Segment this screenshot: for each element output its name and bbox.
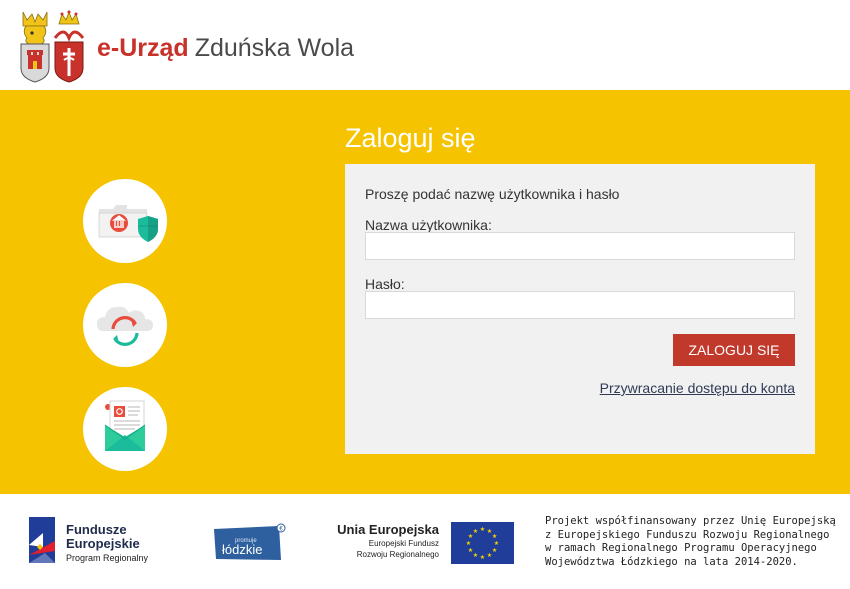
login-panel: Proszę podać nazwę użytkownika i hasło N… xyxy=(345,164,815,454)
svg-text:★: ★ xyxy=(466,540,471,547)
svg-text:★: ★ xyxy=(480,554,485,561)
svg-text:★: ★ xyxy=(492,547,497,554)
svg-text:★: ★ xyxy=(487,552,492,559)
project-line: Projekt współfinansowany przez Unię Euro… xyxy=(545,515,836,527)
footer: Fundusze Europejskie Program Regionalny … xyxy=(0,494,850,589)
eu-flag-icon: ★ ★ ★ ★ ★ ★ ★ ★ ★ ★ ★ ★ xyxy=(451,522,514,564)
secure-folder-icon xyxy=(83,179,167,263)
project-funding-note: Projekt współfinansowany przez Unię Euro… xyxy=(545,515,845,569)
username-input[interactable] xyxy=(365,232,795,260)
password-input[interactable] xyxy=(365,291,795,319)
svg-text:★: ★ xyxy=(468,547,473,554)
svg-text:★: ★ xyxy=(480,526,485,533)
ue-line1: Europejski Fundusz xyxy=(368,539,439,548)
login-button[interactable]: ZALOGUJ SIĘ xyxy=(673,334,795,366)
svg-text:★: ★ xyxy=(473,552,478,559)
fundusze-europejskie-text: Fundusze Europejskie Program Regionalny xyxy=(66,523,148,565)
fe-line2: Europejskie xyxy=(66,536,140,551)
brand-title[interactable]: e-Urząd Zduńska Wola xyxy=(97,33,354,63)
lodzkie-big-text: łódzkie xyxy=(222,542,262,557)
ue-title: Unia Europejska xyxy=(337,522,439,537)
lion-crest-icon xyxy=(18,8,52,83)
ue-line2: Rozwoju Regionalnego xyxy=(356,550,439,559)
login-prompt: Proszę podać nazwę użytkownika i hasło xyxy=(365,186,620,202)
unia-europejska-text: Unia Europejska Europejski Fundusz Rozwo… xyxy=(330,522,439,560)
project-line: Województwa Łódzkiego na lata 2014-2020. xyxy=(545,555,798,568)
city-name: Zduńska Wola xyxy=(194,34,355,62)
svg-text:★: ★ xyxy=(492,533,497,540)
promuje-lodzkie-logo: € promuje łódzkie xyxy=(213,523,287,561)
password-label: Hasło: xyxy=(365,276,405,292)
brand-name: e-Urząd xyxy=(97,34,189,62)
cloud-sync-icon xyxy=(83,283,167,367)
svg-text:★: ★ xyxy=(473,528,478,535)
fe-line1: Fundusze xyxy=(66,522,127,537)
login-title: Zaloguj się xyxy=(345,123,476,153)
recover-access-link[interactable]: Przywracanie dostępu do konta xyxy=(600,380,795,396)
project-line: z Europejskiego Funduszu Rozwoju Regiona… xyxy=(545,528,830,541)
cross-crest-icon xyxy=(52,8,86,83)
username-label: Nazwa użytkownika: xyxy=(365,217,492,233)
envelope-document-icon xyxy=(83,387,167,471)
fe-line3: Program Regionalny xyxy=(66,553,149,563)
svg-text:★: ★ xyxy=(494,540,499,547)
project-line: w ramach Regionalnego Programu Operacyjn… xyxy=(545,542,817,554)
fundusze-europejskie-logo-icon xyxy=(27,515,57,565)
main-band: Zaloguj się Proszę podać nazwę użytkowni… xyxy=(0,90,850,494)
header: e-Urząd Zduńska Wola xyxy=(0,0,850,90)
